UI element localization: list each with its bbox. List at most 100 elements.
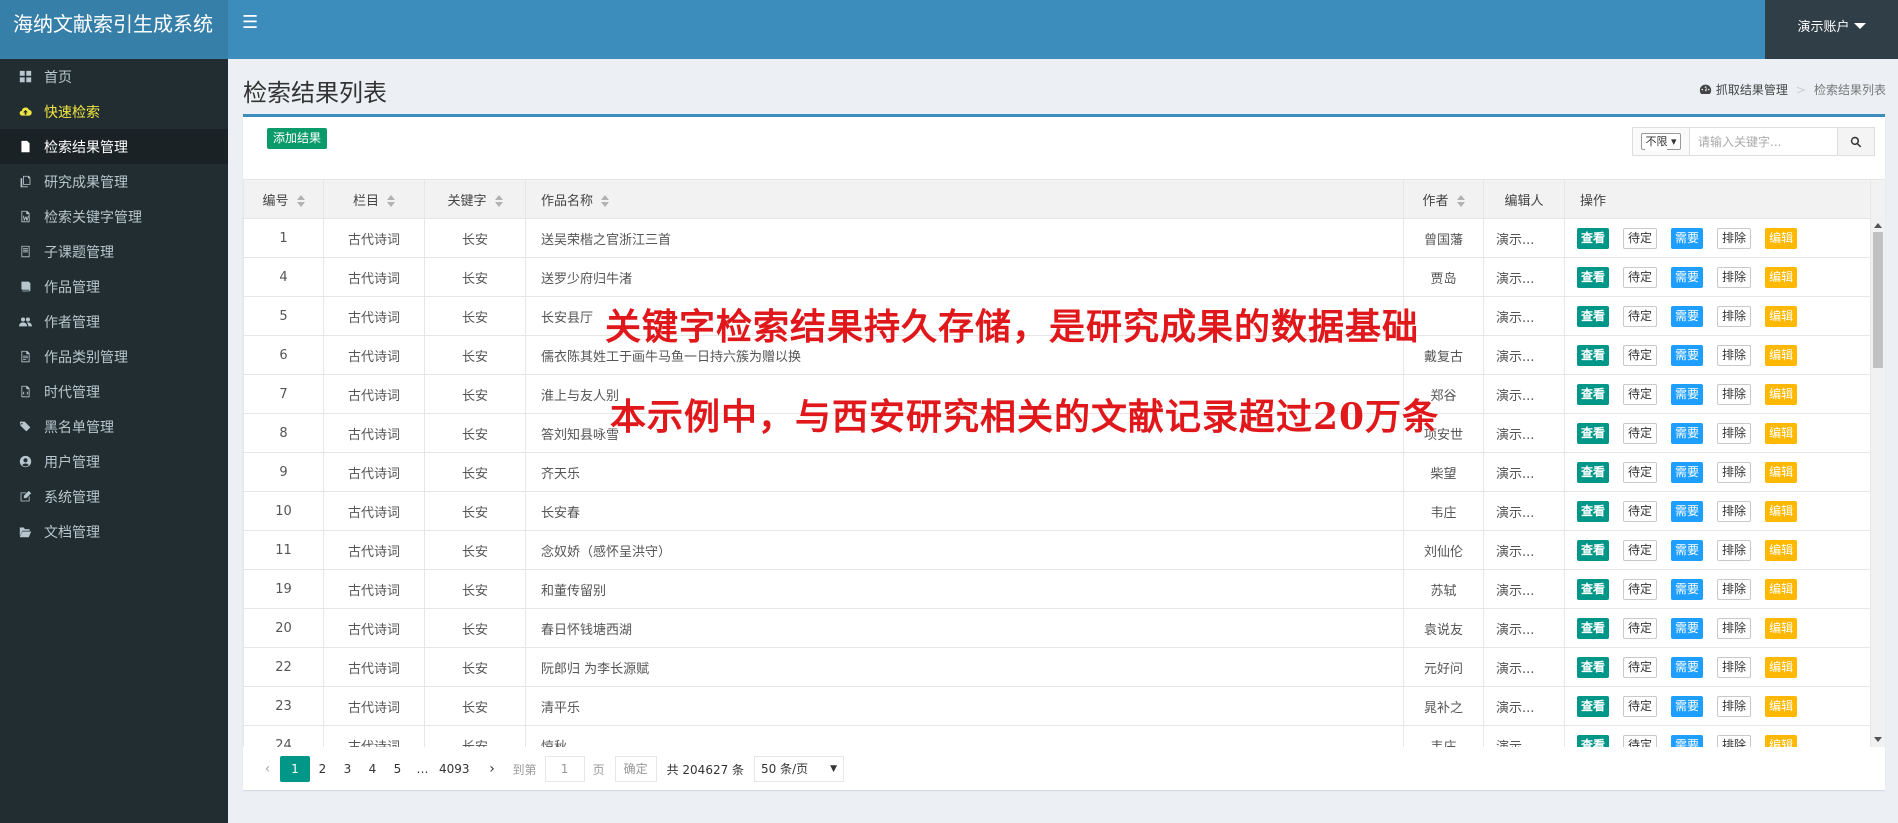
- page-link[interactable]: 1: [280, 756, 310, 782]
- edit-button[interactable]: 编辑: [1765, 617, 1798, 639]
- pending-button[interactable]: 待定: [1623, 734, 1658, 747]
- table-scrollbar[interactable]: [1871, 218, 1885, 747]
- need-button[interactable]: 需要: [1671, 734, 1704, 747]
- header-column[interactable]: 栏目: [323, 179, 425, 219]
- need-button[interactable]: 需要: [1671, 539, 1704, 561]
- pending-button[interactable]: 待定: [1623, 227, 1658, 249]
- edit-button[interactable]: 编辑: [1765, 656, 1798, 678]
- edit-button[interactable]: 编辑: [1765, 500, 1798, 522]
- view-button[interactable]: 查看: [1577, 539, 1610, 561]
- sort-icon[interactable]: [1456, 195, 1465, 207]
- edit-button[interactable]: 编辑: [1765, 734, 1798, 747]
- edit-button[interactable]: 编辑: [1765, 305, 1798, 327]
- next-page-icon[interactable]: ›: [480, 756, 505, 782]
- view-button[interactable]: 查看: [1577, 656, 1610, 678]
- add-result-button[interactable]: 添加结果: [267, 128, 328, 149]
- app-logo[interactable]: 海纳文献索引生成系统: [0, 0, 228, 59]
- exclude-button[interactable]: 排除: [1717, 305, 1752, 327]
- goto-page-input[interactable]: 1: [544, 756, 585, 782]
- filter-select[interactable]: 不限 ▾: [1633, 128, 1690, 155]
- sidebar-item-11[interactable]: 用户管理: [0, 444, 228, 479]
- search-button[interactable]: [1837, 128, 1874, 155]
- edit-button[interactable]: 编辑: [1765, 227, 1798, 249]
- page-link[interactable]: 3: [335, 756, 360, 782]
- header-keyword[interactable]: 关键字: [424, 179, 526, 219]
- exclude-button[interactable]: 排除: [1717, 734, 1752, 747]
- pending-button[interactable]: 待定: [1623, 695, 1658, 717]
- page-link[interactable]: 5: [385, 756, 410, 782]
- view-button[interactable]: 查看: [1577, 578, 1610, 600]
- pending-button[interactable]: 待定: [1623, 656, 1658, 678]
- exclude-button[interactable]: 排除: [1717, 695, 1752, 717]
- sidebar-item-4[interactable]: 检索关键字管理: [0, 199, 228, 234]
- edit-button[interactable]: 编辑: [1765, 695, 1798, 717]
- exclude-button[interactable]: 排除: [1717, 266, 1752, 288]
- sidebar-item-2[interactable]: 检索结果管理: [0, 129, 228, 164]
- exclude-button[interactable]: 排除: [1717, 578, 1752, 600]
- sort-icon[interactable]: [601, 195, 610, 207]
- edit-button[interactable]: 编辑: [1765, 266, 1798, 288]
- breadcrumb-parent[interactable]: 抓取结果管理: [1716, 81, 1788, 98]
- sort-icon[interactable]: [296, 195, 305, 207]
- pending-button[interactable]: 待定: [1623, 461, 1658, 483]
- exclude-button[interactable]: 排除: [1717, 461, 1752, 483]
- sidebar-item-1[interactable]: 快速检索: [0, 94, 228, 129]
- prev-page-icon[interactable]: ‹: [255, 756, 280, 782]
- view-button[interactable]: 查看: [1577, 695, 1610, 717]
- pending-button[interactable]: 待定: [1623, 344, 1658, 366]
- header-work[interactable]: 作品名称: [525, 179, 1404, 219]
- pending-button[interactable]: 待定: [1623, 266, 1658, 288]
- scroll-up-arrow-icon[interactable]: [1874, 223, 1882, 228]
- sidebar-item-8[interactable]: 作品类别管理: [0, 339, 228, 374]
- page-link[interactable]: 2: [310, 756, 335, 782]
- edit-button[interactable]: 编辑: [1765, 539, 1798, 561]
- pending-button[interactable]: 待定: [1623, 617, 1658, 639]
- sort-icon[interactable]: [387, 195, 395, 207]
- exclude-button[interactable]: 排除: [1717, 383, 1752, 405]
- view-button[interactable]: 查看: [1577, 500, 1610, 522]
- edit-button[interactable]: 编辑: [1765, 383, 1798, 405]
- menu-toggle-icon[interactable]: ☰: [242, 12, 258, 33]
- pending-button[interactable]: 待定: [1623, 422, 1658, 444]
- need-button[interactable]: 需要: [1671, 656, 1704, 678]
- edit-button[interactable]: 编辑: [1765, 344, 1798, 366]
- sidebar-item-3[interactable]: 研究成果管理: [0, 164, 228, 199]
- sidebar-item-10[interactable]: 黑名单管理: [0, 409, 228, 444]
- view-button[interactable]: 查看: [1577, 383, 1610, 405]
- view-button[interactable]: 查看: [1577, 266, 1610, 288]
- exclude-button[interactable]: 排除: [1717, 500, 1752, 522]
- view-button[interactable]: 查看: [1577, 305, 1610, 327]
- search-input[interactable]: [1690, 128, 1837, 155]
- exclude-button[interactable]: 排除: [1717, 617, 1752, 639]
- exclude-button[interactable]: 排除: [1717, 656, 1752, 678]
- edit-button[interactable]: 编辑: [1765, 578, 1798, 600]
- pending-button[interactable]: 待定: [1623, 305, 1658, 327]
- exclude-button[interactable]: 排除: [1717, 344, 1752, 366]
- need-button[interactable]: 需要: [1671, 383, 1704, 405]
- exclude-button[interactable]: 排除: [1717, 227, 1752, 249]
- sidebar-item-7[interactable]: 作者管理: [0, 304, 228, 339]
- page-last[interactable]: 4093: [435, 756, 474, 782]
- sidebar-item-6[interactable]: 作品管理: [0, 269, 228, 304]
- need-button[interactable]: 需要: [1671, 461, 1704, 483]
- view-button[interactable]: 查看: [1577, 422, 1610, 444]
- pending-button[interactable]: 待定: [1623, 539, 1658, 561]
- pending-button[interactable]: 待定: [1623, 500, 1658, 522]
- view-button[interactable]: 查看: [1577, 617, 1610, 639]
- edit-button[interactable]: 编辑: [1765, 461, 1798, 483]
- goto-confirm-button[interactable]: 确定: [614, 756, 657, 782]
- need-button[interactable]: 需要: [1671, 695, 1704, 717]
- view-button[interactable]: 查看: [1577, 461, 1610, 483]
- sidebar-item-13[interactable]: 文档管理: [0, 514, 228, 549]
- exclude-button[interactable]: 排除: [1717, 539, 1752, 561]
- sidebar-item-5[interactable]: 子课题管理: [0, 234, 228, 269]
- need-button[interactable]: 需要: [1671, 617, 1704, 639]
- sidebar-item-9[interactable]: 时代管理: [0, 374, 228, 409]
- view-button[interactable]: 查看: [1577, 734, 1610, 747]
- view-button[interactable]: 查看: [1577, 344, 1610, 366]
- need-button[interactable]: 需要: [1671, 305, 1704, 327]
- header-id[interactable]: 编号: [243, 179, 324, 219]
- per-page-select[interactable]: 50 条/页: [754, 756, 845, 782]
- header-author[interactable]: 作者: [1403, 179, 1484, 219]
- account-menu[interactable]: 演示账户: [1765, 0, 1898, 59]
